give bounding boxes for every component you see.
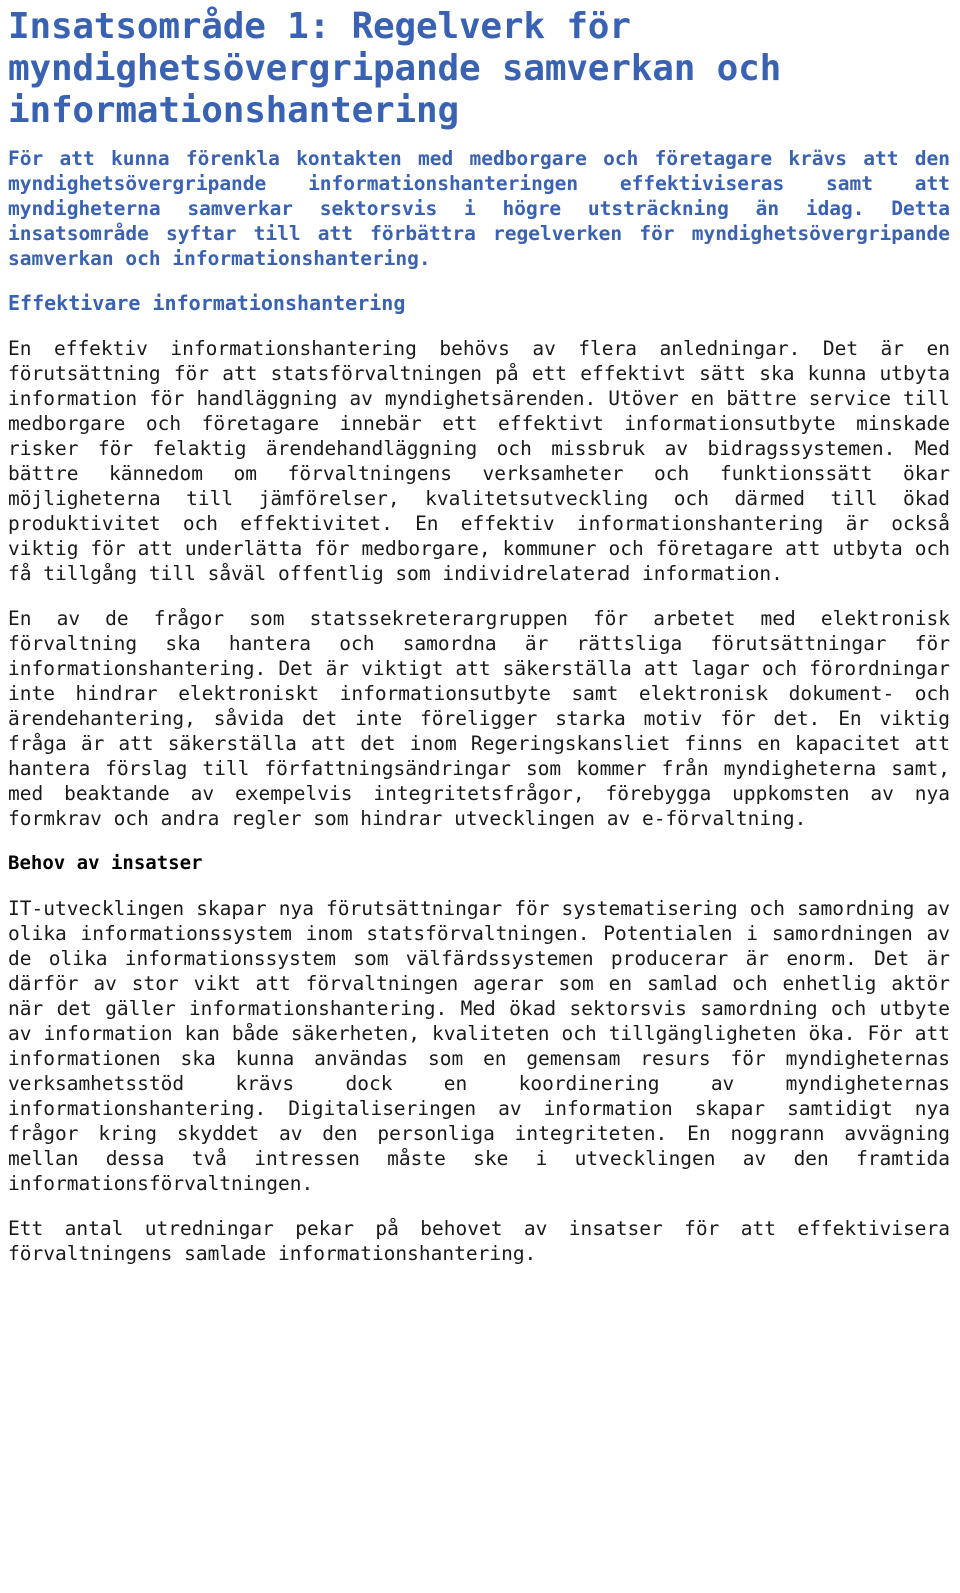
- document-page: Insatsområde 1: Regelverk för myndighets…: [0, 0, 960, 1593]
- intro-paragraph: För att kunna förenkla kontakten med med…: [8, 147, 950, 270]
- section-1-paragraph-1: Ett antal utredningar pekar på behovet a…: [8, 1217, 950, 1265]
- section-heading-behov-av-insatser: Behov av insatser: [8, 852, 203, 874]
- section-1-paragraph-0: IT-utvecklingen skapar nya förutsättning…: [8, 897, 950, 1195]
- section-0-paragraph-1: En av de frågor som statssekreterargrupp…: [8, 607, 950, 830]
- section-heading-effektivare-informationshantering: Effektivare informationshantering: [8, 291, 406, 315]
- section-0-paragraph-0: En effektiv informationshantering behövs…: [8, 337, 950, 585]
- page-title: Insatsområde 1: Regelverk för myndighets…: [8, 6, 782, 131]
